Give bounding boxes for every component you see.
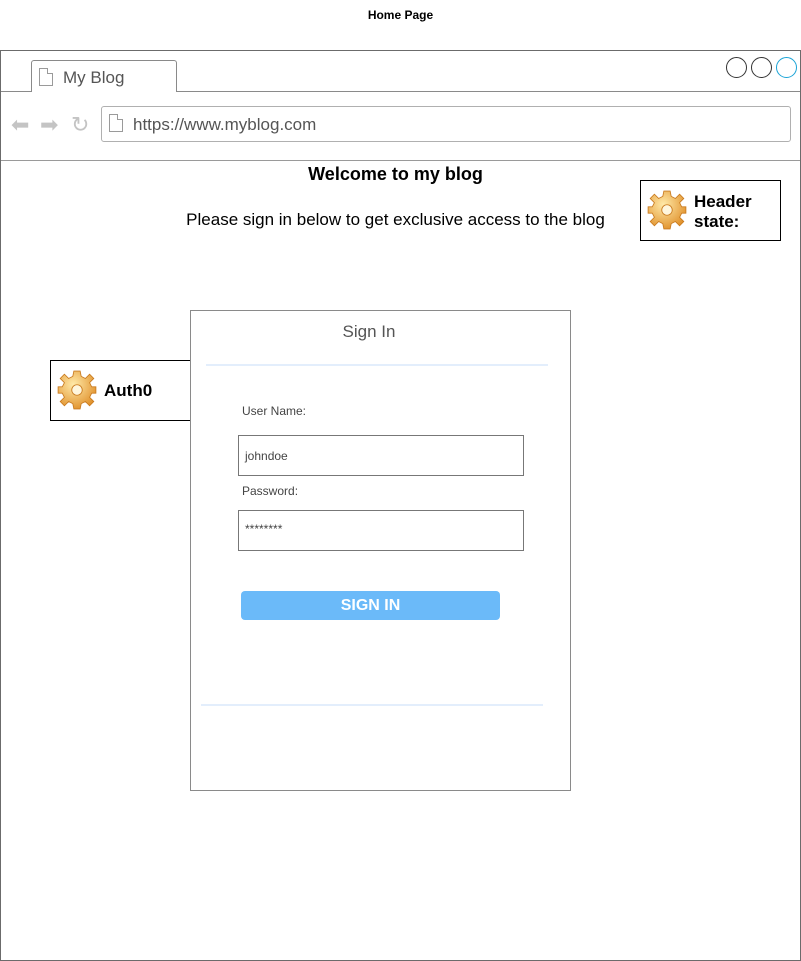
- toolbar-divider: [1, 160, 800, 161]
- maximize-icon[interactable]: [776, 57, 797, 78]
- url-text: https://www.myblog.com: [133, 115, 317, 134]
- gear-icon: [57, 370, 97, 410]
- header-state-note: Header state:: [640, 180, 781, 241]
- minimize-icon[interactable]: [726, 57, 747, 78]
- username-label: User Name:: [242, 404, 307, 418]
- password-value: ********: [245, 522, 283, 536]
- signin-panel: Sign In User Name: johndoe Password: ***…: [190, 310, 571, 791]
- browser-tab[interactable]: My Blog: [31, 60, 177, 92]
- password-label: Password:: [242, 484, 299, 498]
- auth0-note: Auth0: [50, 360, 191, 421]
- page-icon: [39, 68, 53, 86]
- gear-icon: [647, 190, 687, 230]
- tab-title: My Blog: [63, 68, 125, 87]
- auth0-label: Auth0: [104, 381, 153, 400]
- signin-title: Sign In: [342, 322, 396, 341]
- back-arrow-icon[interactable]: ⬅: [11, 113, 29, 137]
- header-state-label: Header state:: [694, 192, 752, 231]
- separator: [206, 364, 548, 366]
- signin-button[interactable]: SIGN IN: [241, 591, 500, 620]
- restore-icon[interactable]: [751, 57, 772, 78]
- separator: [201, 704, 543, 706]
- username-input[interactable]: johndoe: [238, 435, 524, 476]
- forward-arrow-icon[interactable]: ➡: [40, 113, 58, 137]
- page-icon: [109, 114, 123, 132]
- page-caption: Home Page: [367, 8, 434, 22]
- address-bar[interactable]: https://www.myblog.com: [101, 106, 791, 142]
- password-input[interactable]: ********: [238, 510, 524, 551]
- reload-icon[interactable]: ↻: [71, 113, 89, 137]
- username-value: johndoe: [245, 449, 288, 463]
